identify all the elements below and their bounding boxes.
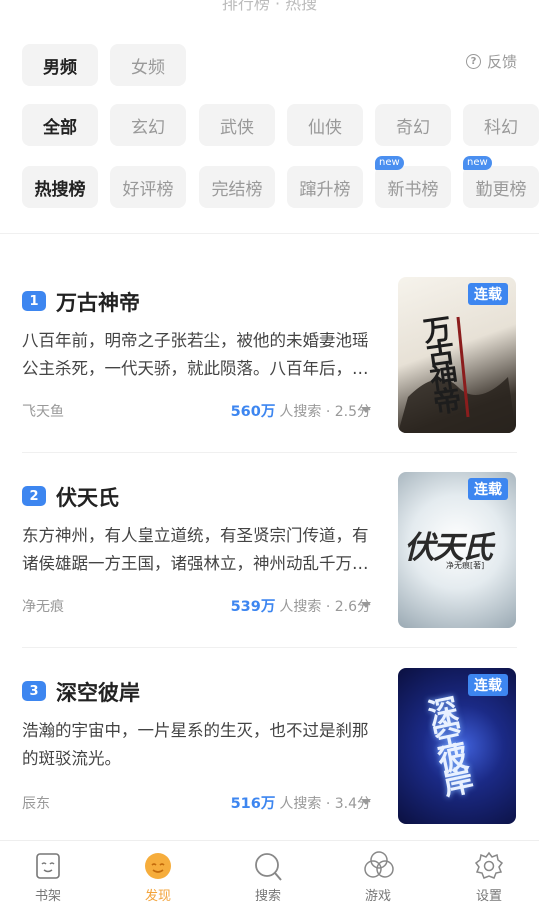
book-title[interactable]: 伏天氏: [56, 482, 119, 512]
tab-label: 发现: [144, 889, 171, 904]
rank-tab-label: 勤更榜: [475, 179, 527, 200]
chevron-down-icon[interactable]: [361, 602, 371, 608]
category-tab-all[interactable]: 全部: [22, 104, 98, 146]
rank-badge: 2: [22, 486, 46, 506]
category-tab-xuanhuan[interactable]: 玄幻: [110, 104, 186, 146]
search-stats: 539万 人搜索 · 2.6分: [231, 595, 371, 616]
chevron-down-icon[interactable]: [361, 407, 371, 413]
search-stats: 516万 人搜索 · 3.4分: [231, 792, 371, 813]
status-tag: 连载: [468, 283, 508, 305]
bottom-tab-bar: 书架 发现 搜索 游戏 设置: [0, 840, 539, 908]
new-badge: new: [463, 156, 492, 170]
gear-icon: [474, 851, 504, 881]
search-suffix: 人搜索 · 3.4分: [279, 796, 371, 812]
tab-label: 游戏: [364, 889, 391, 904]
search-stats: 560万 人搜索 · 2.5分: [231, 400, 371, 421]
rank-tab-hot[interactable]: 热搜榜: [22, 166, 98, 208]
book-cover[interactable]: 伏天氏 净无痕[著] 连载: [398, 472, 516, 628]
book-author[interactable]: 净无痕: [22, 596, 64, 616]
category-tab-xianxia[interactable]: 仙侠: [287, 104, 363, 146]
tab-bookshelf[interactable]: 书架: [8, 841, 88, 908]
rank-badge: 3: [22, 681, 46, 701]
category-tab-qihuan[interactable]: 奇幻: [375, 104, 451, 146]
book-author[interactable]: 辰东: [22, 793, 50, 813]
category-tab-kehuan[interactable]: 科幻: [463, 104, 539, 146]
tab-label: 搜索: [254, 889, 281, 904]
search-count: 560万: [230, 404, 276, 420]
book-title[interactable]: 深空彼岸: [56, 677, 140, 707]
question-circle-icon: ?: [466, 53, 481, 69]
search-count: 539万: [230, 599, 276, 615]
rank-badge: 1: [22, 291, 46, 311]
new-badge: new: [375, 156, 404, 170]
book-description: 东方神州，有人皇立道统，有圣贤宗门传道，有诸侯雄踞一方王国，诸强林立，神州动乱千…: [22, 526, 369, 573]
rank-tab-label: 新书榜: [387, 179, 439, 200]
feedback-button[interactable]: ? 反馈: [466, 50, 517, 72]
status-tag: 连载: [468, 674, 508, 696]
book-item[interactable]: 3 深空彼岸 浩瀚的宇宙中，一片星系的生灭，也不过是刹那的斑驳流光。 辰东 51…: [0, 667, 539, 847]
tab-label: 设置: [475, 889, 502, 904]
book-author[interactable]: 飞天鱼: [22, 401, 64, 421]
search-suffix: 人搜索 · 2.6分: [279, 599, 371, 615]
search-suffix: 人搜索 · 2.5分: [279, 404, 371, 420]
tab-label: 书架: [34, 889, 61, 904]
status-tag: 连载: [468, 478, 508, 500]
discover-icon: [143, 851, 173, 881]
rank-tab-frequent[interactable]: new 勤更榜: [463, 156, 539, 208]
book-item[interactable]: 2 伏天氏 东方神州，有人皇立道统，有圣贤宗门传道，有诸侯雄踞一方王国，诸强林立…: [0, 472, 539, 652]
tab-game[interactable]: 游戏: [338, 841, 418, 908]
tab-male[interactable]: 男频: [22, 44, 98, 86]
book-cover[interactable]: 深空彼岸 连载: [398, 668, 516, 824]
chevron-down-icon[interactable]: [361, 799, 371, 805]
book-description: 八百年前，明帝之子张若尘，被他的未婚妻池瑶公主杀死，一代天骄，就此陨落。八百年后…: [22, 331, 369, 378]
list-separator: [22, 647, 517, 648]
tab-female[interactable]: 女频: [110, 44, 186, 86]
page-header-cut: 排行榜 · 热搜: [221, 0, 318, 13]
rank-tab-finished[interactable]: 完结榜: [199, 166, 275, 208]
cover-author: 净无痕[著]: [446, 561, 485, 570]
bookshelf-icon: [33, 851, 63, 881]
category-tab-wuxia[interactable]: 武侠: [199, 104, 275, 146]
tab-settings[interactable]: 设置: [449, 841, 529, 908]
search-count: 516万: [230, 796, 276, 812]
book-description: 浩瀚的宇宙中，一片星系的生灭，也不过是刹那的斑驳流光。: [22, 721, 369, 768]
rank-tab-new[interactable]: new 新书榜: [375, 156, 451, 208]
rank-tab-rating[interactable]: 好评榜: [110, 166, 186, 208]
tab-search[interactable]: 搜索: [228, 841, 308, 908]
feedback-label: 反馈: [487, 52, 518, 71]
book-cover[interactable]: 万古神帝 连载: [398, 277, 516, 433]
tab-discover[interactable]: 发现: [118, 841, 198, 908]
cover-title: 深空彼岸: [419, 693, 474, 795]
book-item[interactable]: 1 万古神帝 八百年前，明帝之子张若尘，被他的未婚妻池瑶公主杀死，一代天骄，就此…: [0, 277, 539, 457]
rank-tab-rising[interactable]: 蹿升榜: [287, 166, 363, 208]
book-title[interactable]: 万古神帝: [56, 287, 140, 317]
list-separator: [22, 452, 517, 453]
search-icon: [253, 851, 283, 881]
game-icon: [363, 851, 394, 881]
section-divider: [0, 233, 539, 234]
